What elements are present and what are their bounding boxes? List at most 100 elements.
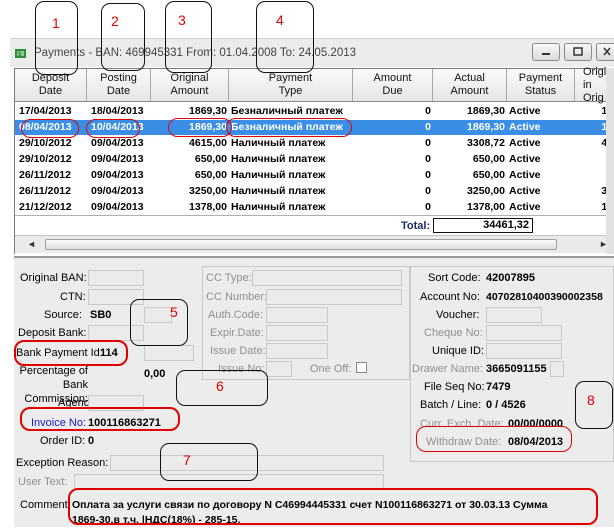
cell-posting-date: 18/04/2013 <box>91 105 144 117</box>
issue-date-field[interactable] <box>266 343 328 359</box>
annotation-number-6: 6 <box>216 378 224 394</box>
maximize-icon <box>573 47 583 56</box>
payment-details-panel: Original BAN: CTN: Source: SB0 Deposit B… <box>14 256 614 527</box>
bank-payment-id-extra-field[interactable] <box>144 345 194 361</box>
original-ban-field[interactable] <box>88 270 144 286</box>
cell-original-amount: 1869,30 <box>189 105 227 117</box>
cell-amount-due: 0 <box>425 153 431 165</box>
highlight-original-amount <box>168 118 232 137</box>
sort-code-label: Sort Code: <box>428 272 481 284</box>
annotation-box-3 <box>165 1 212 73</box>
cell-payment-status: Active <box>509 201 541 213</box>
cell-deposit-date: 29/10/2012 <box>19 153 72 165</box>
cell-payment-type: Наличный платеж <box>231 137 326 149</box>
highlight-bank-payment-id <box>14 340 128 366</box>
table-row[interactable]: 26/11/2012 09/04/2013 650,00 Наличный пл… <box>15 168 614 183</box>
cell-payment-type: Наличный платеж <box>231 201 326 213</box>
cell-actual-amount: 650,00 <box>472 169 505 181</box>
cell-amount-due: 0 <box>425 105 431 117</box>
voucher-field[interactable] <box>486 307 542 323</box>
annotation-box-2 <box>101 3 145 71</box>
cell-amount-due: 0 <box>425 169 431 181</box>
source-value: SB0 <box>90 309 112 321</box>
cell-actual-amount: 1378,00 <box>467 201 505 213</box>
ctn-label: CTN: <box>60 291 86 303</box>
maximize-button[interactable] <box>564 43 592 61</box>
column-header-payment-status[interactable]: Payment Status <box>507 69 575 102</box>
expir-date-field[interactable] <box>266 325 328 341</box>
annotation-number-7: 7 <box>183 452 191 468</box>
cell-actual-amount: 650,00 <box>472 153 505 165</box>
cc-type-label: CC Type: <box>206 272 252 284</box>
drawer-name-extra-field[interactable] <box>550 361 564 377</box>
cell-actual-amount: 1869,30 <box>467 105 505 117</box>
cell-payment-status: Active <box>509 169 541 181</box>
file-seq-no-value: 7479 <box>486 381 511 393</box>
cell-payment-type: Наличный платеж <box>231 169 326 181</box>
highlight-invoice-no <box>20 407 180 431</box>
cell-deposit-date: 26/11/2012 <box>19 185 71 197</box>
cell-payment-type: Наличный платеж <box>231 153 326 165</box>
table-row[interactable]: 29/10/2012 09/04/2013 4615,00 Наличный п… <box>15 136 614 151</box>
column-header-posting-date[interactable]: Posting Date <box>87 69 151 102</box>
cell-amount-due: 0 <box>425 201 431 213</box>
total-label: Total: <box>401 220 431 232</box>
table-row[interactable]: 26/11/2012 09/04/2013 3250,00 Наличный п… <box>15 184 614 199</box>
source-label: Source: <box>44 309 82 321</box>
column-header-payment-type[interactable]: Payment Type <box>229 69 353 102</box>
horizontal-scrollbar[interactable]: ◄ ► <box>15 235 614 253</box>
scroll-thumb[interactable] <box>45 239 557 250</box>
unique-id-field[interactable] <box>486 343 562 359</box>
column-header-amount-due[interactable]: Amount Due <box>353 69 433 102</box>
table-row[interactable]: 29/10/2012 09/04/2013 650,00 Наличный пл… <box>15 152 614 167</box>
cell-payment-type: Безналичный платеж <box>231 105 343 117</box>
annotation-number-4: 4 <box>276 12 284 28</box>
cell-actual-amount: 3250,00 <box>467 185 505 197</box>
batch-line-value: 0 / 4526 <box>486 399 526 411</box>
close-button[interactable] <box>596 43 614 61</box>
annotation-number-2: 2 <box>111 13 119 29</box>
cell-payment-type: Наличный платеж <box>231 185 326 197</box>
highlight-payment-type <box>226 118 352 137</box>
payments-app-icon: $ <box>15 49 26 58</box>
user-text-label: User Text: <box>18 476 68 488</box>
table-row[interactable]: 17/04/2013 18/04/2013 1869,30 Безналичны… <box>15 104 614 119</box>
cheque-no-field[interactable] <box>486 325 562 341</box>
cell-posting-date: 09/04/2013 <box>91 137 144 149</box>
cell-original-amount: 1378,00 <box>189 201 227 213</box>
total-value: 34461,32 <box>433 218 533 233</box>
column-header-original-amount[interactable]: Original Amount <box>151 69 229 102</box>
annotation-box-4 <box>256 1 314 73</box>
original-ban-label: Original BAN: <box>20 272 87 284</box>
unique-id-label: Unique ID: <box>432 345 484 357</box>
minimize-button[interactable] <box>532 43 560 61</box>
column-header-actual-amount[interactable]: Actual Amount <box>433 69 507 102</box>
auth-code-field[interactable] <box>266 307 328 323</box>
table-row[interactable]: 21/12/2012 09/04/2013 1378,00 Наличный п… <box>15 200 614 215</box>
account-no-label: Account No: <box>420 291 480 303</box>
annotation-box-1 <box>35 1 78 75</box>
order-id-value: 0 <box>88 435 95 447</box>
file-seq-no-label: File Seq No: <box>424 381 485 393</box>
cell-deposit-date: 26/11/2012 <box>19 169 71 181</box>
cell-payment-status: Active <box>509 185 541 197</box>
highlight-deposit-date <box>21 119 79 138</box>
order-id-label: Order ID: <box>40 435 86 447</box>
close-icon <box>603 47 611 56</box>
cc-type-field[interactable] <box>252 270 402 286</box>
cc-number-field[interactable] <box>266 289 402 305</box>
cell-payment-status: Active <box>509 137 541 149</box>
vertical-scrollbar[interactable] <box>606 68 614 254</box>
cell-posting-date: 09/04/2013 <box>91 169 144 181</box>
one-off-checkbox[interactable] <box>356 362 367 373</box>
voucher-label: Voucher: <box>436 309 480 321</box>
cell-deposit-date: 17/04/2013 <box>19 105 72 117</box>
cell-posting-date: 09/04/2013 <box>91 201 144 213</box>
sort-code-value: 42007895 <box>486 272 535 284</box>
cc-number-label: CC Number: <box>206 291 268 303</box>
annotation-box-5 <box>130 299 188 346</box>
auth-code-label: Auth.Code: <box>208 309 264 321</box>
deposit-bank-label: Deposit Bank: <box>18 327 87 339</box>
issue-no-field[interactable] <box>266 361 292 377</box>
scroll-left-arrow-icon[interactable]: ◄ <box>27 239 36 249</box>
